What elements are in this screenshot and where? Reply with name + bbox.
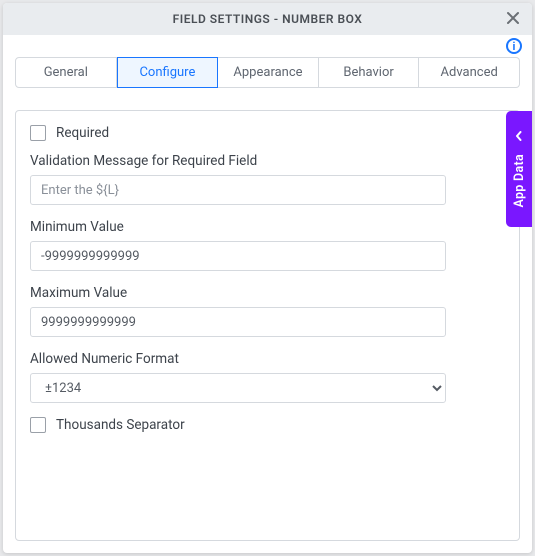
info-row: i bbox=[3, 35, 532, 57]
close-button[interactable] bbox=[502, 8, 524, 30]
tab-advanced[interactable]: Advanced bbox=[419, 57, 520, 88]
tab-behavior[interactable]: Behavior bbox=[319, 57, 420, 88]
validation-message-group: Validation Message for Required Field bbox=[30, 153, 505, 205]
tab-general[interactable]: General bbox=[15, 57, 117, 88]
titlebar: FIELD SETTINGS - NUMBER BOX bbox=[3, 3, 532, 35]
tab-appearance[interactable]: Appearance bbox=[218, 57, 319, 88]
max-value-label: Maximum Value bbox=[30, 285, 505, 301]
required-checkbox[interactable] bbox=[30, 125, 46, 141]
numeric-format-select[interactable]: ±1234 bbox=[30, 373, 446, 403]
app-data-drawer-handle[interactable]: App Data bbox=[506, 111, 532, 227]
thousands-separator-checkbox[interactable] bbox=[30, 417, 46, 433]
dialog-title: FIELD SETTINGS - NUMBER BOX bbox=[173, 12, 363, 26]
info-icon[interactable]: i bbox=[506, 38, 522, 54]
min-value-label: Minimum Value bbox=[30, 219, 505, 235]
min-value-group: Minimum Value bbox=[30, 219, 505, 271]
numeric-format-label: Allowed Numeric Format bbox=[30, 351, 505, 367]
required-label: Required bbox=[56, 125, 109, 141]
thousands-separator-row: Thousands Separator bbox=[30, 417, 505, 433]
max-value-group: Maximum Value bbox=[30, 285, 505, 337]
tabs: General Configure Appearance Behavior Ad… bbox=[15, 57, 520, 88]
numeric-format-group: Allowed Numeric Format ±1234 bbox=[30, 351, 505, 403]
app-data-label: App Data bbox=[512, 154, 527, 208]
required-row: Required bbox=[30, 125, 505, 141]
configure-panel: Required Validation Message for Required… bbox=[15, 110, 520, 541]
min-value-input[interactable] bbox=[30, 241, 446, 271]
max-value-input[interactable] bbox=[30, 307, 446, 337]
tab-configure[interactable]: Configure bbox=[117, 57, 219, 88]
thousands-separator-label: Thousands Separator bbox=[56, 417, 185, 433]
validation-message-label: Validation Message for Required Field bbox=[30, 153, 505, 169]
field-settings-dialog: FIELD SETTINGS - NUMBER BOX i General Co… bbox=[3, 3, 532, 553]
chevron-left-icon bbox=[514, 130, 524, 144]
close-icon bbox=[506, 9, 520, 30]
validation-message-input[interactable] bbox=[30, 175, 446, 205]
